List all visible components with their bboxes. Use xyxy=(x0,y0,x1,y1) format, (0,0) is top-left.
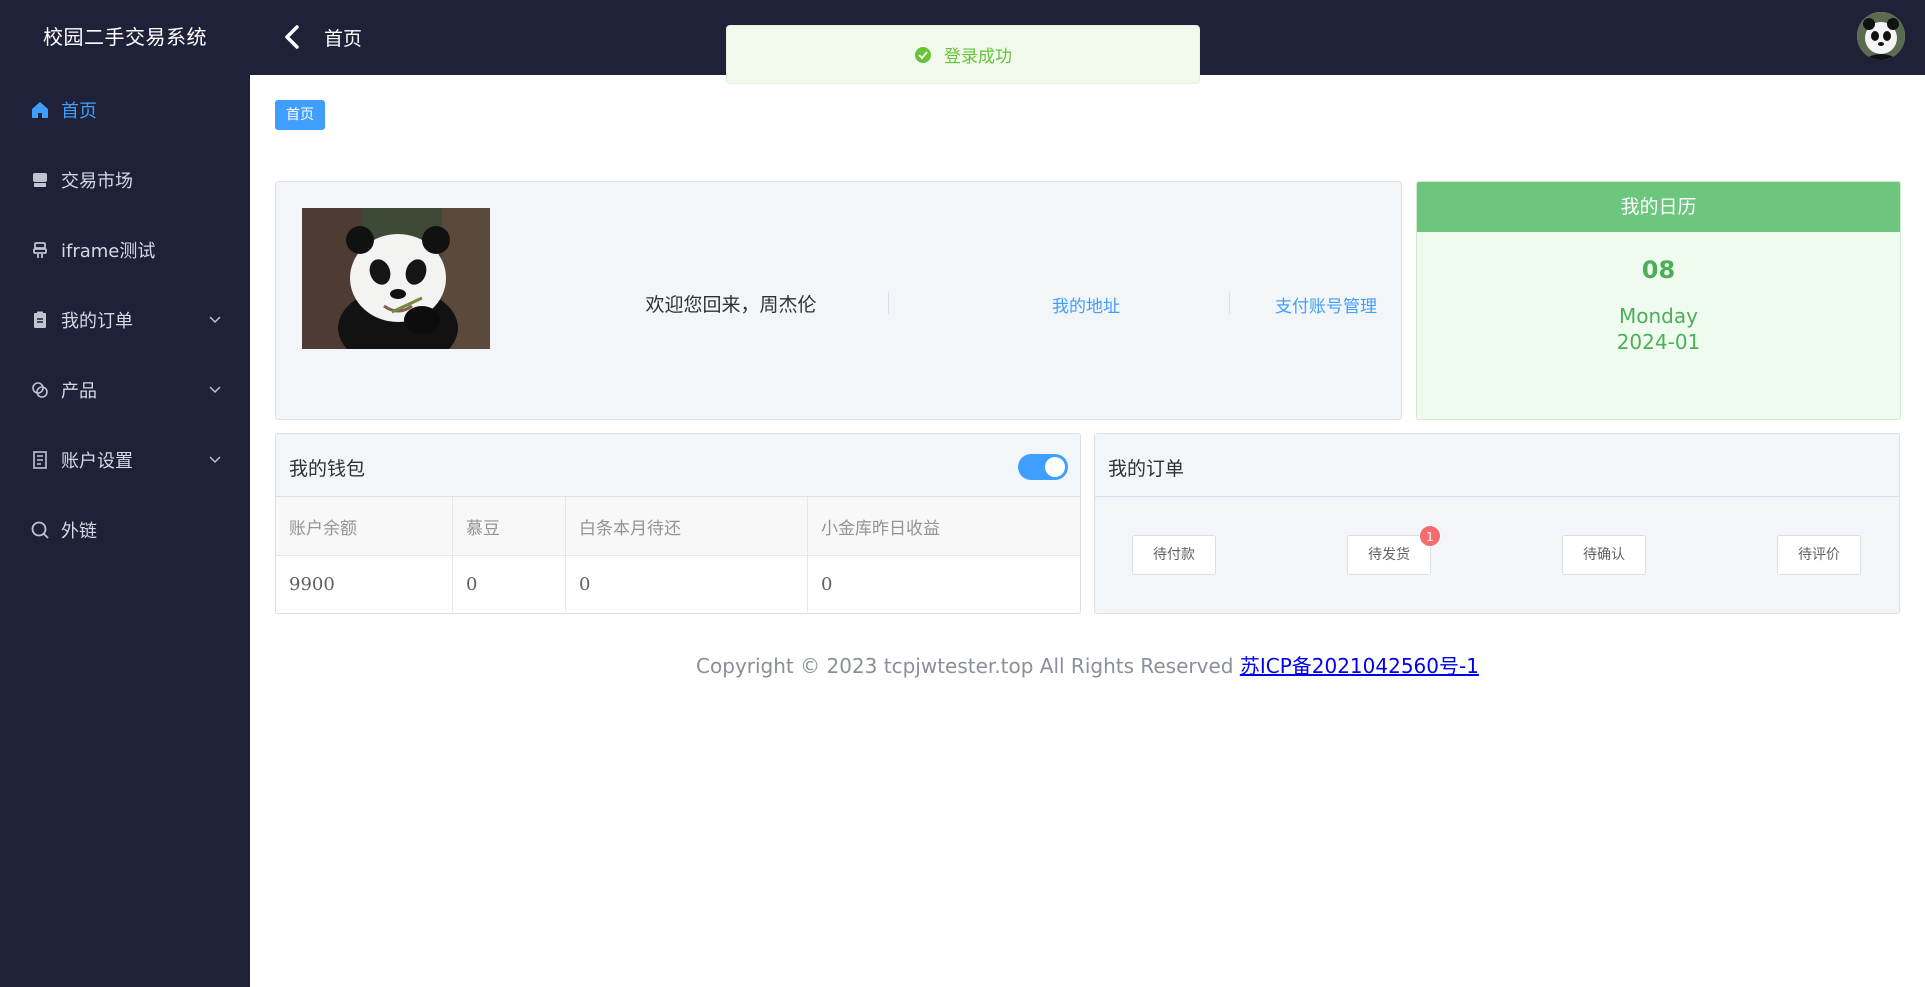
orders-card: 我的订单 待付款 待发货 1 待确认 待评价 xyxy=(1094,433,1900,614)
sidebar-item-external-link[interactable]: 外链 xyxy=(0,495,250,565)
sidebar-menu: 首页 交易市场 iframe测试 我的订单 产品 账户设置 外链 xyxy=(0,75,250,565)
success-toast: 登录成功 xyxy=(726,25,1200,84)
table-header-row: 账户余额 慕豆 白条本月待还 小金库昨日收益 xyxy=(276,497,1080,556)
toast-message: 登录成功 xyxy=(944,47,1012,67)
welcome-text: 欢迎您回来，周杰伦 xyxy=(645,294,817,316)
chevron-down-icon xyxy=(209,456,221,464)
table-cell: 0 xyxy=(452,555,566,612)
check-circle-icon xyxy=(915,46,931,63)
back-arrow-icon[interactable] xyxy=(280,24,306,50)
wallet-header: 我的钱包 xyxy=(276,434,1080,497)
panda-photo xyxy=(302,208,490,349)
sidebar-item-my-orders[interactable]: 我的订单 xyxy=(0,285,250,355)
pending-shipment-button[interactable]: 待发货 xyxy=(1347,535,1431,575)
divider xyxy=(888,292,889,314)
avatar[interactable] xyxy=(1857,12,1905,60)
wallet-table: 账户余额 慕豆 白条本月待还 小金库昨日收益 9900 0 0 0 xyxy=(276,497,1080,612)
store-icon xyxy=(29,169,51,191)
wallet-toggle-switch[interactable] xyxy=(1018,454,1068,480)
notification-badge: 1 xyxy=(1419,525,1441,547)
sidebar-item-account-settings[interactable]: 账户设置 xyxy=(0,425,250,495)
chevron-down-icon xyxy=(209,316,221,324)
table-cell: 9900 xyxy=(276,555,453,612)
sidebar-item-home[interactable]: 首页 xyxy=(0,75,250,145)
pending-review-button[interactable]: 待评价 xyxy=(1777,535,1861,575)
page-title: 首页 xyxy=(324,28,363,50)
document-icon xyxy=(29,449,51,471)
calendar-weekday: Monday xyxy=(1619,304,1698,328)
sidebar-item-label: 账户设置 xyxy=(61,451,133,472)
orders-header: 我的订单 xyxy=(1095,434,1899,497)
my-address-link[interactable]: 我的地址 xyxy=(976,292,1196,317)
plug-icon xyxy=(29,239,51,261)
table-header-cell: 账户余额 xyxy=(276,497,453,556)
copyright-text: Copyright © 2023 tcpjwtester.top All Rig… xyxy=(696,654,1240,678)
sidebar-item-label: 交易市场 xyxy=(61,171,133,192)
user-card: 欢迎您回来，周杰伦 我的地址 支付账号管理 xyxy=(275,181,1402,420)
calendar-day: 08 xyxy=(1641,256,1676,284)
sidebar-item-label: 首页 xyxy=(61,101,97,122)
divider xyxy=(1229,292,1230,314)
sidebar: 校园二手交易系统 首页 交易市场 iframe测试 我的订单 产品 账户设置 外… xyxy=(0,0,250,987)
calendar-card: 我的日历 08 Monday 2024-01 xyxy=(1416,181,1901,420)
app-title: 校园二手交易系统 xyxy=(43,25,207,49)
chevron-down-icon xyxy=(209,386,221,394)
pending-confirm-button[interactable]: 待确认 xyxy=(1562,535,1646,575)
footer: Copyright © 2023 tcpjwtester.top All Rig… xyxy=(250,650,1925,679)
table-cell: 0 xyxy=(565,555,808,612)
calendar-title: 我的日历 xyxy=(1417,182,1900,232)
payment-account-link[interactable]: 支付账号管理 xyxy=(1275,292,1377,317)
sidebar-item-iframe[interactable]: iframe测试 xyxy=(0,215,250,285)
breadcrumb-tag[interactable]: 首页 xyxy=(275,100,325,130)
link-icon xyxy=(29,379,51,401)
wallet-title: 我的钱包 xyxy=(289,458,366,480)
sidebar-item-products[interactable]: 产品 xyxy=(0,355,250,425)
panda-avatar-icon xyxy=(1857,12,1905,60)
sidebar-item-label: iframe测试 xyxy=(61,241,156,262)
sidebar-item-label: 产品 xyxy=(61,381,97,402)
table-header-cell: 白条本月待还 xyxy=(565,497,808,556)
sidebar-item-label: 我的订单 xyxy=(61,311,133,332)
switch-knob xyxy=(1045,457,1065,477)
orders-title: 我的订单 xyxy=(1108,458,1185,480)
calendar-year-month: 2024-01 xyxy=(1616,330,1701,354)
table-cell: 0 xyxy=(821,573,833,595)
table-header-cell: 小金库昨日收益 xyxy=(807,497,1080,556)
home-icon xyxy=(29,99,51,121)
table-header-cell: 慕豆 xyxy=(452,497,566,556)
icp-link[interactable]: 苏ICP备2021042560号-1 xyxy=(1240,654,1479,678)
clipboard-icon xyxy=(29,309,51,331)
sidebar-item-market[interactable]: 交易市场 xyxy=(0,145,250,215)
search-icon xyxy=(29,519,51,541)
pending-payment-button[interactable]: 待付款 xyxy=(1132,535,1216,575)
table-row: 9900 0 0 0 xyxy=(276,555,1080,612)
sidebar-item-label: 外链 xyxy=(61,521,97,542)
wallet-card: 我的钱包 账户余额 慕豆 白条本月待还 小金库昨日收益 9900 0 0 0 xyxy=(275,433,1081,614)
